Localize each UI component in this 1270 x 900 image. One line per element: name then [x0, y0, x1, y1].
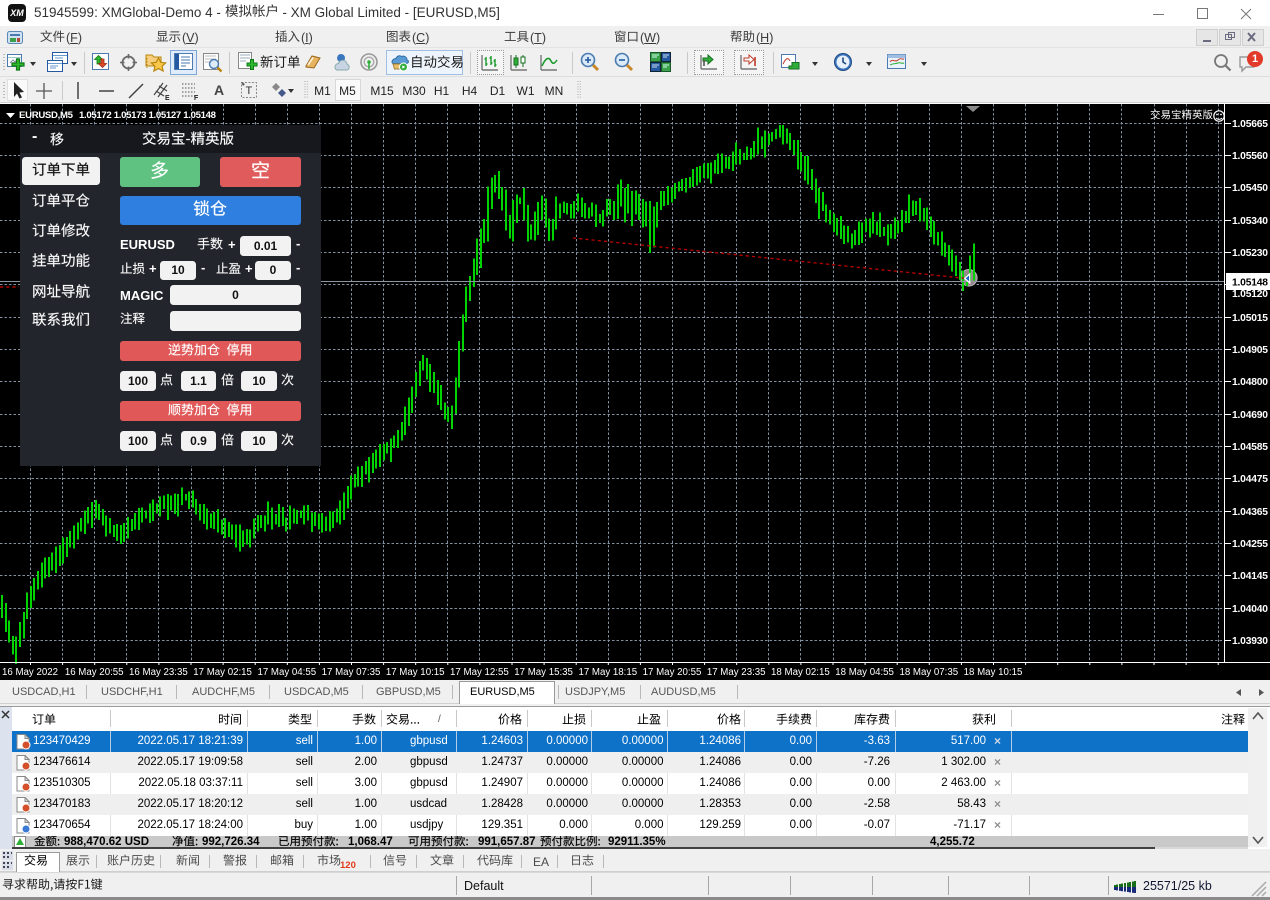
svg-text:1.04145: 1.04145 — [1232, 571, 1268, 582]
svg-text:17 May 18:15: 17 May 18:15 — [578, 667, 637, 678]
svg-text:1.04255: 1.04255 — [1232, 539, 1268, 550]
svg-text:1.04690: 1.04690 — [1232, 410, 1268, 421]
svg-text:1.05665: 1.05665 — [1232, 119, 1268, 130]
svg-text:EURUSD,M5: EURUSD,M5 — [19, 110, 74, 121]
svg-text:17 May 02:15: 17 May 02:15 — [193, 667, 252, 678]
svg-text:1.04585: 1.04585 — [1232, 442, 1268, 453]
svg-text:1.05560: 1.05560 — [1232, 151, 1268, 162]
svg-text:18 May 04:55: 18 May 04:55 — [835, 667, 894, 678]
svg-text:17 May 12:55: 17 May 12:55 — [450, 667, 509, 678]
svg-text:1.05450: 1.05450 — [1232, 183, 1268, 194]
svg-text:1.04365: 1.04365 — [1232, 507, 1268, 518]
svg-text:17 May 10:15: 17 May 10:15 — [386, 667, 445, 678]
svg-text:1.05120: 1.05120 — [1232, 289, 1268, 300]
svg-text:16 May 23:35: 16 May 23:35 — [129, 667, 188, 678]
svg-text:1.04040: 1.04040 — [1232, 604, 1268, 615]
svg-text:1.05015: 1.05015 — [1232, 313, 1268, 324]
svg-text:18 May 07:35: 18 May 07:35 — [899, 667, 958, 678]
svg-text:E: E — [165, 95, 170, 101]
svg-text:16 May 2022: 16 May 2022 — [2, 667, 58, 678]
svg-text:16 May 20:55: 16 May 20:55 — [65, 667, 124, 678]
svg-text:17 May 20:55: 17 May 20:55 — [643, 667, 702, 678]
svg-text:18 May 02:15: 18 May 02:15 — [771, 667, 830, 678]
svg-text:17 May 07:35: 17 May 07:35 — [322, 667, 381, 678]
svg-text:F: F — [194, 95, 199, 101]
svg-text:1.03930: 1.03930 — [1232, 636, 1268, 647]
svg-text:1.04800: 1.04800 — [1232, 377, 1268, 388]
svg-text:17 May 23:35: 17 May 23:35 — [707, 667, 766, 678]
svg-text:1.04905: 1.04905 — [1232, 345, 1268, 356]
svg-text:1.05172 1.05173 1.05127 1.0514: 1.05172 1.05173 1.05127 1.05148 — [79, 110, 217, 121]
svg-text:17 May 04:55: 17 May 04:55 — [257, 667, 316, 678]
svg-text:1.05340: 1.05340 — [1232, 216, 1268, 227]
svg-text:1.05230: 1.05230 — [1232, 248, 1268, 259]
svg-text:1.05148: 1.05148 — [1232, 278, 1268, 289]
svg-text:17 May 15:35: 17 May 15:35 — [514, 667, 573, 678]
svg-text:T: T — [246, 85, 253, 97]
svg-text:1.04475: 1.04475 — [1232, 474, 1268, 485]
svg-text:18 May 10:15: 18 May 10:15 — [964, 667, 1023, 678]
